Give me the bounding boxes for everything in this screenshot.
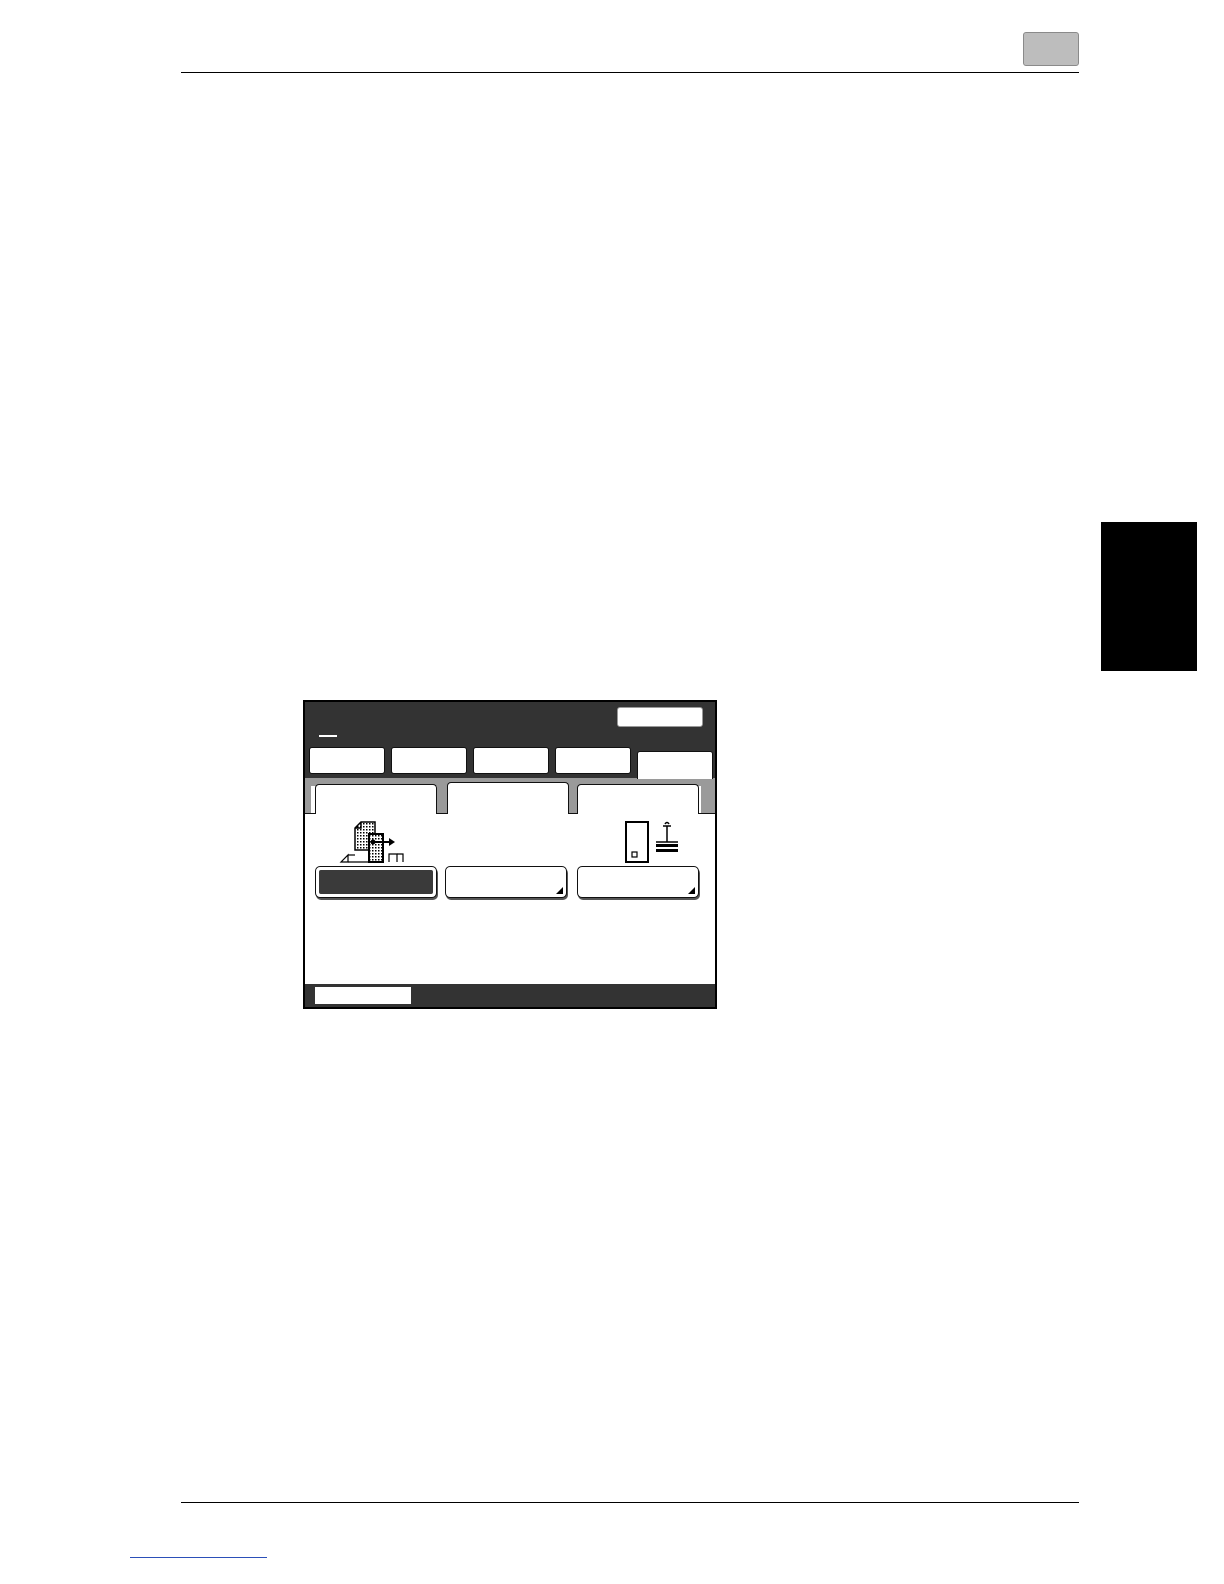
header-button[interactable] xyxy=(617,707,703,727)
header-rule xyxy=(181,72,1079,73)
selected-fill xyxy=(319,870,433,894)
stamp-button[interactable] xyxy=(577,866,699,898)
footer-rule xyxy=(181,1502,1079,1503)
sub-tab-3[interactable] xyxy=(577,784,699,814)
page-shift-icon xyxy=(339,821,404,863)
status-box xyxy=(315,987,411,1004)
top-tab-5[interactable] xyxy=(637,751,713,779)
stamp-icon xyxy=(625,821,678,863)
sub-tab-strip-edge xyxy=(305,778,311,814)
top-tab-3[interactable] xyxy=(473,747,549,774)
top-tab-1[interactable] xyxy=(309,747,385,774)
sub-tab-2[interactable] xyxy=(447,782,569,814)
header-indicator xyxy=(319,735,337,737)
chapter-side-tab xyxy=(1101,522,1197,671)
submenu-corner-icon xyxy=(688,887,695,894)
sub-tab-strip-edge xyxy=(701,778,715,814)
sub-tab-strip-gap xyxy=(437,778,447,814)
footer-link-underline[interactable] xyxy=(130,1557,267,1558)
control-panel-screen xyxy=(303,700,717,1009)
function-button-2[interactable] xyxy=(445,866,567,898)
top-tab-2[interactable] xyxy=(391,747,467,774)
page-shift-button[interactable] xyxy=(315,866,437,898)
sub-tab-1[interactable] xyxy=(315,784,437,814)
chapter-number-box xyxy=(1023,32,1079,66)
top-tab-4[interactable] xyxy=(555,747,631,774)
submenu-corner-icon xyxy=(556,887,563,894)
